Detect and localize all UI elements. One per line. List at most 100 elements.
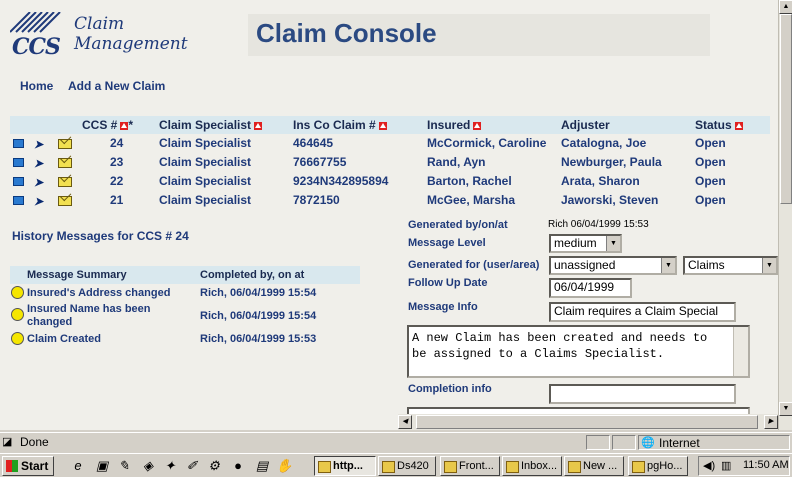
cell-status[interactable]: Open xyxy=(695,193,726,207)
sort-icon[interactable] xyxy=(120,121,129,130)
cell-specialist[interactable]: Claim Specialist xyxy=(159,193,251,207)
cell-insured[interactable]: Rand, Ayn xyxy=(427,155,485,169)
open-claim-icon[interactable] xyxy=(13,177,24,186)
generated-for-user-select[interactable]: unassigned ▼ xyxy=(549,256,677,275)
cell-status[interactable]: Open xyxy=(695,136,726,150)
cell-specialist[interactable]: Claim Specialist xyxy=(159,155,251,169)
task-pgho[interactable]: pgHo... xyxy=(628,456,688,476)
scroll-up-icon[interactable]: ▲ xyxy=(779,0,792,14)
task-front[interactable]: Front... xyxy=(440,456,500,476)
cell-specialist[interactable]: Claim Specialist xyxy=(159,136,251,150)
app-icon[interactable]: ◈ xyxy=(140,458,156,474)
cell-specialist[interactable]: Claim Specialist xyxy=(159,174,251,188)
col-ccs[interactable]: CCS # * xyxy=(82,118,133,132)
sort-icon[interactable] xyxy=(378,121,387,130)
message-summary[interactable]: Insured Name has been changed xyxy=(27,303,187,329)
sort-icon[interactable] xyxy=(734,121,743,130)
chevron-down-icon[interactable]: ▼ xyxy=(606,236,620,251)
list-item[interactable]: Insured's Address changed Rich, 06/04/19… xyxy=(10,284,360,301)
open-claim-icon[interactable] xyxy=(13,139,24,148)
cell-adjuster[interactable]: Newburger, Paula xyxy=(561,155,662,169)
message-level-select[interactable]: medium ▼ xyxy=(549,234,622,253)
chevron-down-icon[interactable]: ▼ xyxy=(661,258,675,273)
arrow-icon[interactable]: ➤ xyxy=(34,157,43,170)
cell-ccs[interactable]: 24 xyxy=(110,136,123,150)
table-row[interactable]: ➤ 22 Claim Specialist 9234N342895894 Bar… xyxy=(10,172,770,191)
cell-ccs[interactable]: 23 xyxy=(110,155,123,169)
message-completed: Rich, 06/04/1999 15:54 xyxy=(200,287,317,299)
generated-for-label: Generated for (user/area) xyxy=(408,259,540,271)
sort-icon[interactable] xyxy=(254,121,263,130)
arrow-icon[interactable]: ➤ xyxy=(34,176,43,189)
edit-icon[interactable]: ✎ xyxy=(116,458,132,474)
network-icon[interactable]: ▥ xyxy=(721,459,731,472)
message-summary[interactable]: Insured's Address changed xyxy=(27,287,170,299)
chat-icon[interactable]: ● xyxy=(230,458,246,474)
desktop-icon[interactable]: ▣ xyxy=(94,458,110,474)
cell-adjuster[interactable]: Arata, Sharon xyxy=(561,174,640,188)
open-claim-icon[interactable] xyxy=(13,196,24,205)
home-link[interactable]: Home xyxy=(20,79,53,93)
hand-icon[interactable]: ✋ xyxy=(276,458,292,474)
vertical-scrollbar[interactable]: ▲ ▼ xyxy=(778,0,792,430)
follow-up-date-field[interactable]: 06/04/1999 xyxy=(549,278,632,298)
cell-ccs[interactable]: 21 xyxy=(110,193,123,207)
cell-ins-claim[interactable]: 464645 xyxy=(293,136,333,150)
zone-cell: 🌐 Internet xyxy=(638,435,790,450)
computer-icon[interactable]: ▤ xyxy=(254,458,270,474)
cell-ins-claim[interactable]: 76667755 xyxy=(293,155,346,169)
message-info-field[interactable]: Claim requires a Claim Special xyxy=(549,302,736,322)
task-http[interactable]: http... xyxy=(314,456,376,476)
arrow-icon[interactable]: ➤ xyxy=(34,138,43,151)
col-status[interactable]: Status xyxy=(695,118,743,132)
col-specialist[interactable]: Claim Specialist xyxy=(159,118,263,132)
table-row[interactable]: ➤ 23 Claim Specialist 76667755 Rand, Ayn… xyxy=(10,153,770,172)
cell-status[interactable]: Open xyxy=(695,174,726,188)
message-summary[interactable]: Claim Created xyxy=(27,333,101,345)
chevron-down-icon[interactable]: ▼ xyxy=(762,258,776,273)
col-insured[interactable]: Insured xyxy=(427,118,482,132)
task-new[interactable]: New ... xyxy=(564,456,624,476)
cell-ins-claim[interactable]: 9234N342895894 xyxy=(293,174,388,188)
open-claim-icon[interactable] xyxy=(13,158,24,167)
list-item[interactable]: Insured Name has been changed Rich, 06/0… xyxy=(10,301,360,331)
message-body-textarea[interactable]: A new Claim has been created and needs t… xyxy=(407,325,750,378)
horizontal-scrollbar[interactable]: ◀ ▶ xyxy=(398,414,778,430)
add-claim-link[interactable]: Add a New Claim xyxy=(68,79,165,93)
ie-icon[interactable]: e xyxy=(70,458,86,474)
scroll-thumb[interactable] xyxy=(416,415,758,429)
cell-insured[interactable]: Barton, Rachel xyxy=(427,174,512,188)
col-ins-claim[interactable]: Ins Co Claim # xyxy=(293,118,387,132)
cell-ins-claim[interactable]: 7872150 xyxy=(293,193,340,207)
tool-icon[interactable]: ✦ xyxy=(162,458,178,474)
scroll-down-icon[interactable]: ▼ xyxy=(779,402,792,416)
scroll-right-icon[interactable]: ▶ xyxy=(764,415,778,429)
task-ds420[interactable]: Ds420 xyxy=(378,456,436,476)
generated-for-area-select[interactable]: Claims ▼ xyxy=(683,256,778,275)
arrow-icon[interactable]: ➤ xyxy=(34,195,43,208)
table-row[interactable]: ➤ 24 Claim Specialist 464645 McCormick, … xyxy=(10,134,770,153)
envelope-icon[interactable] xyxy=(58,158,72,168)
table-row[interactable]: ➤ 21 Claim Specialist 7872150 McGee, Mar… xyxy=(10,191,770,210)
pen-icon[interactable]: ✐ xyxy=(184,458,200,474)
envelope-icon[interactable] xyxy=(58,139,72,149)
cell-status[interactable]: Open xyxy=(695,155,726,169)
scroll-left-icon[interactable]: ◀ xyxy=(398,415,412,429)
cell-adjuster[interactable]: Jaworski, Steven xyxy=(561,193,658,207)
cell-insured[interactable]: McCormick, Caroline xyxy=(427,136,546,150)
sort-icon[interactable] xyxy=(473,121,482,130)
scroll-thumb[interactable] xyxy=(780,14,792,204)
settings-icon[interactable]: ⚙ xyxy=(206,458,222,474)
envelope-icon[interactable] xyxy=(58,177,72,187)
completion-field[interactable] xyxy=(549,384,736,404)
task-inbox[interactable]: Inbox... xyxy=(502,456,562,476)
envelope-icon[interactable] xyxy=(58,196,72,206)
cell-insured[interactable]: McGee, Marsha xyxy=(427,193,515,207)
speaker-icon[interactable]: ◀) xyxy=(703,459,715,472)
page-title: Claim Console xyxy=(256,18,437,48)
textarea-scrollbar[interactable] xyxy=(733,327,748,376)
cell-adjuster[interactable]: Catalogna, Joe xyxy=(561,136,646,150)
list-item[interactable]: Claim Created Rich, 06/04/1999 15:53 xyxy=(10,331,360,348)
start-button[interactable]: Start xyxy=(2,456,54,476)
cell-ccs[interactable]: 22 xyxy=(110,174,123,188)
